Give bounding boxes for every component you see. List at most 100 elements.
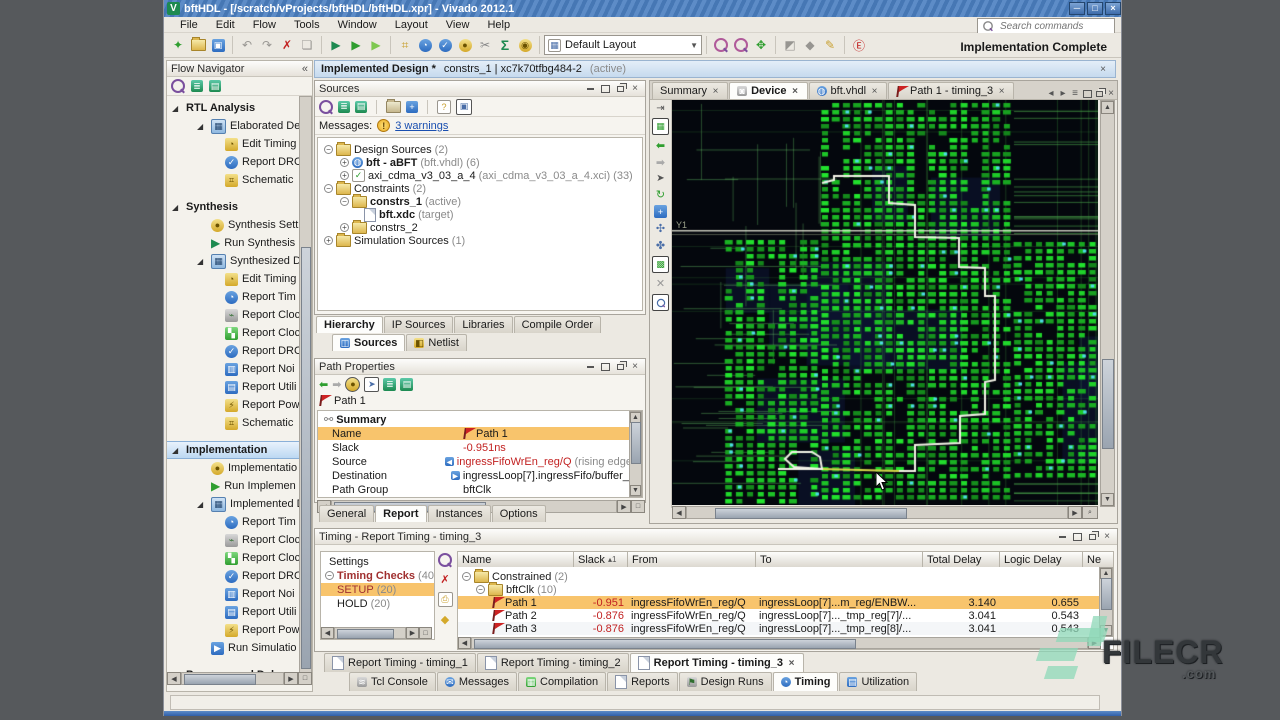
maximize-button[interactable]: □ — [1087, 2, 1103, 15]
flow-options-icon[interactable]: ▤ — [209, 80, 221, 92]
run-elaboration-icon[interactable]: ▶ — [327, 36, 345, 54]
flow-expand-icon[interactable]: ≣ — [191, 80, 203, 92]
timing-tree-timing-checks[interactable]: −Timing Checks (40 — [325, 569, 434, 582]
close-tab-icon[interactable]: × — [997, 86, 1006, 97]
flow-item-report-noise[interactable]: ▥Report Noi — [167, 360, 312, 378]
flow-item-implemented-design[interactable]: ◢▦Implemented D — [167, 495, 312, 513]
select-mode-icon[interactable]: ➤ — [364, 377, 379, 392]
tab-messages[interactable]: ✉Messages — [437, 672, 517, 691]
menu-tools[interactable]: Tools — [286, 18, 328, 32]
edit-tools-icon[interactable]: ✂ — [476, 36, 494, 54]
collapse-all-icon[interactable]: ▤ — [355, 101, 367, 113]
redo-icon[interactable]: ↷ — [258, 36, 276, 54]
tab-bft-vhdl[interactable]: ◍bft.vhdl× — [809, 82, 887, 99]
flow-item-report-drc[interactable]: ✓Report DRC — [167, 153, 312, 171]
tree-item-constraints[interactable]: −Constraints (2) — [324, 182, 426, 195]
hide-routes-icon[interactable]: ✕ — [656, 277, 665, 290]
expand-all-icon[interactable]: ≣ — [338, 101, 350, 113]
dashboard-icon[interactable]: ◩ — [781, 36, 799, 54]
forward-icon[interactable]: ➡ — [656, 156, 665, 169]
zoom-fit-icon[interactable]: ✥ — [752, 36, 770, 54]
tab-sources[interactable]: ◫Sources — [332, 334, 405, 351]
tab-scroll-right-icon[interactable]: ▸ — [1057, 88, 1069, 99]
close-tab-icon[interactable]: × — [711, 86, 720, 97]
flow-item-synthesized-design[interactable]: ◢▦Synthesized D — [167, 252, 312, 270]
flow-item-report-clock-interaction[interactable]: ▚Report Cloc — [167, 324, 312, 342]
col-to[interactable]: To — [756, 552, 923, 567]
timing-tree-setup[interactable]: SETUP (20) — [321, 583, 435, 596]
menu-help[interactable]: Help — [479, 18, 518, 32]
flow-item-run-implementation[interactable]: ▶Run Implemen — [167, 477, 312, 495]
flow-item-synthesis[interactable]: ◢Synthesis — [167, 198, 312, 216]
copy-icon[interactable]: ❏ — [298, 36, 316, 54]
summary-row-name[interactable]: NamePath 1 — [318, 427, 642, 440]
summary-vscrollbar[interactable]: ▲▼ — [629, 411, 642, 497]
undo-icon[interactable]: ↶ — [238, 36, 256, 54]
world-view-icon[interactable]: ⌕ — [1082, 506, 1098, 519]
flow-item-report-drc-3[interactable]: ✓Report DRC — [167, 567, 312, 585]
tab-report-timing-3[interactable]: Report Timing - timing_3× — [630, 653, 804, 672]
close-button[interactable]: × — [1105, 2, 1121, 15]
flow-item-elaborated-design[interactable]: ◢▦Elaborated De — [167, 117, 312, 135]
flow-item-report-drc-2[interactable]: ✓Report DRC — [167, 342, 312, 360]
maximize-panel-icon[interactable] — [1081, 88, 1093, 99]
close-panel-icon[interactable]: × — [629, 361, 641, 372]
menu-file[interactable]: File — [172, 18, 206, 32]
flow-item-report-clock-networks-2[interactable]: ⌁Report Cloc — [167, 531, 312, 549]
timing-row-bftclk[interactable]: −bftClk (10) — [476, 583, 557, 596]
maximize-panel-icon[interactable] — [599, 83, 611, 94]
pencil-icon[interactable]: ✎ — [821, 36, 839, 54]
col-logic-delay[interactable]: Logic Delay — [1000, 552, 1083, 567]
close-tab-icon[interactable]: × — [870, 86, 879, 97]
dock-icon[interactable]: ⇥ — [655, 103, 667, 114]
tab-timing[interactable]: ◔Timing — [773, 672, 839, 691]
tab-summary-view[interactable]: Summary× — [652, 82, 728, 99]
constraints-icon[interactable]: ⌗ — [396, 36, 414, 54]
minimize-panel-icon[interactable] — [584, 83, 596, 94]
expand-icon[interactable]: ≣ — [383, 378, 396, 391]
route-icon[interactable]: ✣ — [656, 222, 665, 235]
export-report-icon[interactable]: ⎙ — [438, 592, 453, 607]
new-project-icon[interactable]: ✦ — [169, 36, 187, 54]
tree-item-bft[interactable]: +◍bft - aBFT (bft.vhdl) (6) — [340, 156, 480, 169]
back-icon[interactable]: ⬅ — [319, 378, 328, 391]
show-routes-icon[interactable]: ▩ — [652, 256, 669, 273]
tab-path1-timing3[interactable]: Path 1 - timing_3× — [888, 82, 1014, 99]
flow-item-report-power-2[interactable]: ⚡Report Pow — [167, 621, 312, 639]
flow-item-run-synthesis[interactable]: ▶Run Synthesis — [167, 234, 312, 252]
settings2-icon[interactable]: ▤ — [400, 378, 413, 391]
summary-row-slack[interactable]: Slack-0.951ns — [332, 441, 632, 454]
tree-item-design-sources[interactable]: −Design Sources (2) — [324, 143, 448, 156]
timing-row-constrained[interactable]: −Constrained (2) — [462, 570, 568, 583]
tcl-hint-icon[interactable]: Ⓔ — [850, 36, 868, 54]
settings-icon[interactable]: ● — [456, 36, 474, 54]
warnings-link[interactable]: 3 warnings — [395, 120, 448, 132]
flow-item-implementation[interactable]: ◢Implementation — [167, 441, 312, 459]
flow-item-edit-timing-2[interactable]: ◔Edit Timing — [167, 270, 312, 288]
timing-row-path1[interactable]: Path 1 -0.951 ingressFifoWrEn_reg/Q ingr… — [458, 596, 1113, 609]
timing-tree-hold[interactable]: HOLD (20) — [337, 597, 390, 610]
flow-item-rtl-analysis[interactable]: ◢RTL Analysis — [167, 99, 312, 117]
tab-design-runs[interactable]: ⚑Design Runs — [679, 672, 772, 691]
open-project-icon[interactable] — [189, 36, 207, 54]
timing-table-hscrollbar[interactable]: ◀ ▶ — [458, 637, 1101, 649]
flow-search-icon[interactable] — [171, 79, 185, 93]
device-hscrollbar[interactable]: ◀ ▶ ⌕ — [672, 506, 1098, 519]
add-sources-icon[interactable]: + — [406, 101, 418, 113]
add-net-icon[interactable]: + — [654, 205, 667, 218]
timing-row-path3[interactable]: Path 3 -0.876 ingressFifoWrEn_reg/Q ingr… — [458, 622, 1113, 635]
flow-item-report-power[interactable]: ⚡Report Pow — [167, 396, 312, 414]
close-panel-icon[interactable]: × — [1105, 88, 1117, 99]
forward-icon[interactable]: ➡ — [332, 378, 341, 391]
tab-compile-order[interactable]: Compile Order — [514, 316, 602, 333]
minimize-panel-icon[interactable] — [584, 361, 596, 372]
close-panel-icon[interactable]: × — [629, 83, 641, 94]
close-tab-icon[interactable]: × — [791, 86, 800, 97]
timing-row-path2[interactable]: Path 2 -0.876 ingressFifoWrEn_reg/Q ingr… — [458, 609, 1113, 622]
autofit-selection-icon[interactable] — [652, 294, 669, 311]
step-icon[interactable]: ▶ — [367, 36, 385, 54]
save-icon[interactable]: ▣ — [209, 36, 227, 54]
flow-item-implementation-settings[interactable]: ●Implementatio — [167, 459, 312, 477]
tree-item-constrs-1[interactable]: −constrs_1 (active) — [340, 195, 461, 208]
run-icon[interactable]: ▶ — [347, 36, 365, 54]
